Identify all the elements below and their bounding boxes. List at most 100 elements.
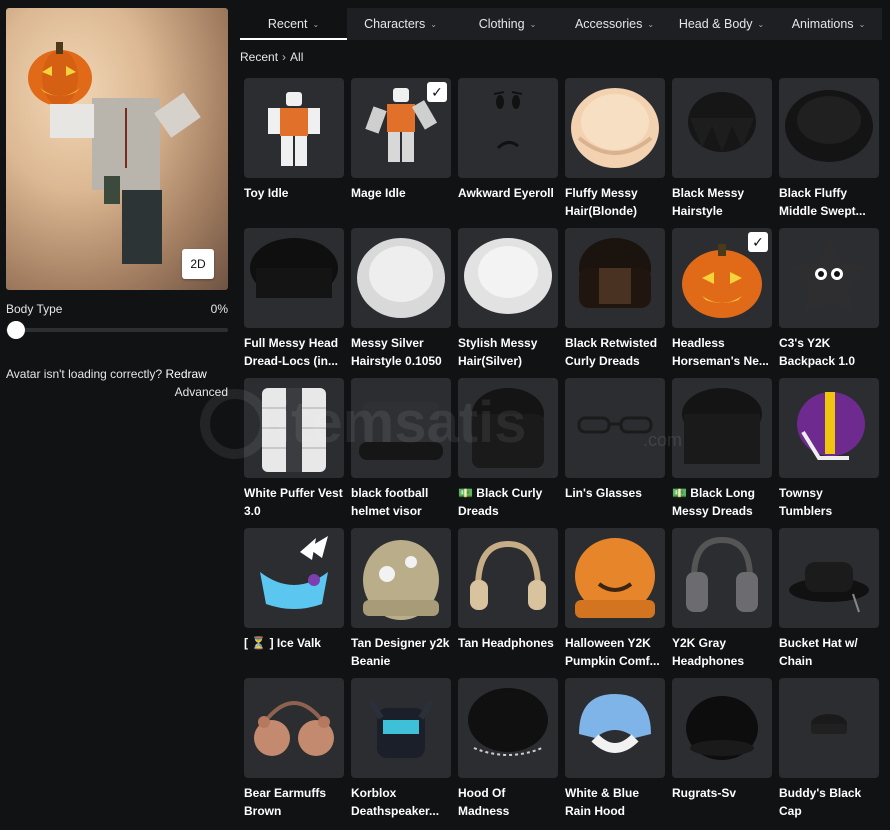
item-card[interactable]: Full Messy Head Dread-Locs (in... <box>244 228 344 378</box>
chevron-down-icon: ⌄ <box>647 19 655 29</box>
avatar-preview[interactable]: 2D <box>6 8 228 290</box>
tab-recent[interactable]: Recent ⌄ <box>240 8 347 40</box>
item-thumbnail[interactable] <box>244 228 344 328</box>
item-name: Mage Idle <box>351 186 406 200</box>
item-card[interactable]: Tan Designer y2k Beanie <box>351 528 451 678</box>
item-name: Tan Headphones <box>458 636 554 650</box>
item-card[interactable]: [ ⏳ ] Ice Valk <box>244 528 344 678</box>
body-type-value: 0% <box>210 302 228 316</box>
body-type-label: Body Type <box>6 302 63 316</box>
body-type-slider-thumb[interactable] <box>7 321 25 339</box>
black-fluffy-hair-icon <box>779 78 879 178</box>
item-thumbnail[interactable] <box>458 78 558 178</box>
item-thumbnail[interactable] <box>565 678 665 778</box>
selected-check-icon[interactable]: ✓ <box>748 232 768 252</box>
tab-animations[interactable]: Animations ⌄ <box>775 8 882 40</box>
item-name: Black Fluffy Middle Swept... <box>779 186 866 218</box>
awkward-face-icon <box>458 78 558 178</box>
item-thumbnail[interactable] <box>458 378 558 478</box>
item-thumbnail[interactable] <box>779 228 879 328</box>
item-thumbnail[interactable] <box>672 378 772 478</box>
breadcrumb-separator-icon: › <box>282 50 287 64</box>
item-card[interactable]: Halloween Y2K Pumpkin Comf... <box>565 528 665 678</box>
item-thumbnail[interactable] <box>458 678 558 778</box>
advanced-link[interactable]: Advanced <box>6 383 228 401</box>
item-card[interactable]: Awkward Eyeroll <box>458 78 558 228</box>
item-card[interactable]: White & Blue Rain Hood <box>565 678 665 828</box>
chevron-down-icon: ⌄ <box>858 19 866 29</box>
item-card[interactable]: Lin's Glasses <box>565 378 665 528</box>
item-card[interactable]: Messy Silver Hairstyle 0.1050 <box>351 228 451 378</box>
item-thumbnail[interactable] <box>244 78 344 178</box>
item-card[interactable]: White Puffer Vest 3.0 <box>244 378 344 528</box>
item-thumbnail[interactable] <box>672 528 772 628</box>
breadcrumb-root[interactable]: Recent <box>240 50 278 64</box>
item-card[interactable]: ✓ Mage Idle <box>351 78 451 228</box>
item-thumbnail[interactable]: ✓ <box>351 78 451 178</box>
item-thumbnail[interactable] <box>565 78 665 178</box>
item-grid: Toy Idle ✓ Mage Idle Awkward Eyeroll Fluffy … <box>244 78 884 828</box>
item-thumbnail[interactable] <box>672 678 772 778</box>
redraw-link[interactable]: Redraw <box>166 367 207 381</box>
item-card[interactable]: Black Messy Hairstyle <box>672 78 772 228</box>
glasses-icon <box>565 378 665 478</box>
item-card[interactable]: Rugrats-Sv <box>672 678 772 828</box>
item-thumbnail[interactable] <box>458 528 558 628</box>
item-card[interactable]: Tan Headphones <box>458 528 558 678</box>
item-card[interactable]: Black Fluffy Middle Swept... <box>779 78 879 228</box>
item-card[interactable]: Fluffy Messy Hair(Blonde) <box>565 78 665 228</box>
item-thumbnail[interactable] <box>779 678 879 778</box>
item-thumbnail[interactable] <box>565 228 665 328</box>
item-thumbnail[interactable] <box>672 78 772 178</box>
tab-head-body[interactable]: Head & Body ⌄ <box>668 8 775 40</box>
tab-label: Recent <box>267 17 308 31</box>
tab-accessories[interactable]: Accessories ⌄ <box>561 8 668 40</box>
item-thumbnail[interactable] <box>244 528 344 628</box>
avatar-figure-icon <box>28 42 201 264</box>
tab-clothing[interactable]: Clothing ⌄ <box>454 8 561 40</box>
item-thumbnail[interactable] <box>244 678 344 778</box>
item-name: [ ⏳ ] Ice Valk <box>244 636 321 650</box>
item-card[interactable]: black football helmet visor <box>351 378 451 528</box>
item-thumbnail[interactable] <box>351 228 451 328</box>
rain-hood-icon <box>565 678 665 778</box>
item-card[interactable]: Korblox Deathspeaker... <box>351 678 451 828</box>
item-card[interactable]: 💵 Black Long Messy Dreads <box>672 378 772 528</box>
tab-label: Characters <box>364 17 426 31</box>
item-card[interactable]: ✓ Headless Horseman's Ne... <box>672 228 772 378</box>
item-name: White & Blue Rain Hood <box>565 786 639 818</box>
item-thumbnail[interactable] <box>779 78 879 178</box>
item-thumbnail[interactable] <box>779 528 879 628</box>
item-card[interactable]: 💵 Black Curly Dreads <box>458 378 558 528</box>
toggle-2d-button[interactable]: 2D <box>182 249 214 279</box>
item-thumbnail[interactable]: ✓ <box>672 228 772 328</box>
item-card[interactable]: Bucket Hat w/ Chain <box>779 528 879 678</box>
blonde-hair-icon <box>565 78 665 178</box>
puffer-vest-icon <box>244 378 344 478</box>
gray-headphones-icon <box>672 528 772 628</box>
item-thumbnail[interactable] <box>351 378 451 478</box>
item-thumbnail[interactable] <box>244 378 344 478</box>
item-thumbnail[interactable] <box>565 528 665 628</box>
item-card[interactable]: Hood Of Madness <box>458 678 558 828</box>
item-thumbnail[interactable] <box>779 378 879 478</box>
selected-check-icon[interactable]: ✓ <box>427 82 447 102</box>
item-card[interactable]: Y2K Gray Headphones <box>672 528 772 678</box>
item-card[interactable]: Bear Earmuffs Brown <box>244 678 344 828</box>
item-thumbnail[interactable] <box>351 528 451 628</box>
item-card[interactable]: Buddy's Black Cap <box>779 678 879 828</box>
item-thumbnail[interactable] <box>565 378 665 478</box>
item-name: Full Messy Head Dread-Locs (in... <box>244 336 339 368</box>
item-card[interactable]: Stylish Messy Hair(Silver) <box>458 228 558 378</box>
silver-hair-icon <box>351 228 451 328</box>
item-card[interactable]: Black Retwisted Curly Dreads <box>565 228 665 378</box>
chevron-down-icon: ⌄ <box>430 19 437 29</box>
tab-characters[interactable]: Characters ⌄ <box>347 8 454 40</box>
item-thumbnail[interactable] <box>351 678 451 778</box>
item-card[interactable]: Toy Idle <box>244 78 344 228</box>
tan-beanie-icon <box>351 528 451 628</box>
body-type-slider-track[interactable] <box>6 328 228 332</box>
item-card[interactable]: C3's Y2K Backpack 1.0 <box>779 228 879 378</box>
item-thumbnail[interactable] <box>458 228 558 328</box>
item-card[interactable]: Townsy Tumblers Football Helmet <box>779 378 879 528</box>
